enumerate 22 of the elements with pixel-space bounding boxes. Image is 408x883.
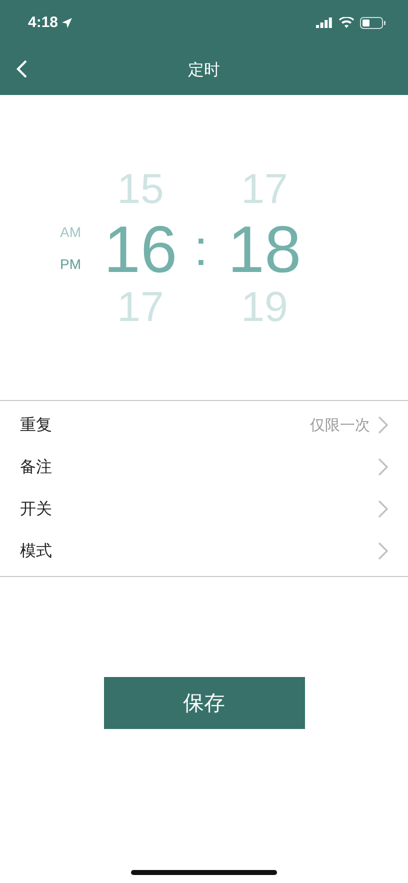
chevron-left-icon [16, 59, 28, 79]
period-option[interactable]: PM [60, 256, 81, 272]
location-arrow-icon [62, 18, 72, 28]
wifi-icon [339, 17, 354, 28]
signal-icon [316, 17, 333, 28]
chevron-right-icon[interactable] [378, 416, 388, 434]
setting-label: 开关 [20, 498, 53, 520]
setting-label: 模式 [20, 540, 53, 562]
time-separator: : [193, 218, 209, 276]
battery-icon [360, 16, 386, 28]
minute-option[interactable]: 18 [228, 216, 302, 280]
setting-value: 仅限一次 [310, 416, 370, 434]
period-option[interactable]: AM [60, 224, 81, 240]
chevron-right-icon[interactable] [378, 500, 388, 518]
setting-label: 备注 [20, 456, 53, 478]
chevron-right-icon[interactable] [378, 542, 388, 560]
save-button[interactable]: 保存 [104, 677, 304, 729]
page-title: 定时 [188, 60, 220, 80]
hour-option[interactable]: 16 [104, 216, 178, 280]
setting-label: 重复 [20, 414, 53, 436]
chevron-right-icon[interactable] [378, 458, 388, 476]
status-time: 4:18 [28, 14, 58, 31]
